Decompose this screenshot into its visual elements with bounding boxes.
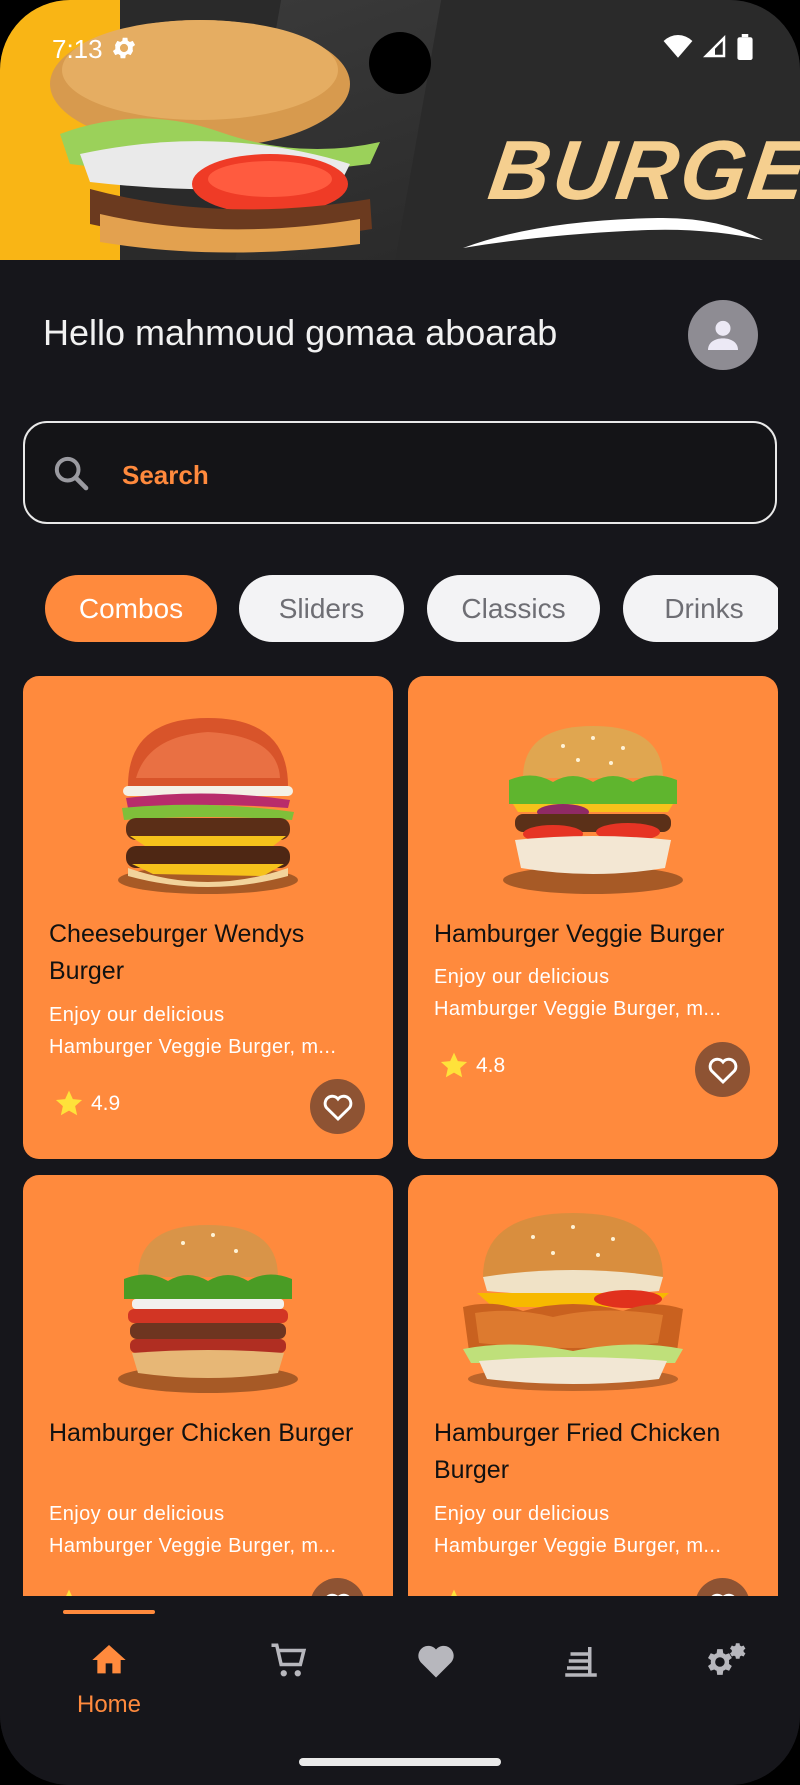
- chip-drinks[interactable]: Drinks: [623, 575, 778, 642]
- product-desc-line1: Enjoy our delicious: [434, 966, 610, 988]
- camera-cutout: [369, 32, 431, 94]
- star-icon: [55, 1090, 83, 1116]
- gesture-home-bar[interactable]: [299, 1758, 501, 1766]
- status-icons: [663, 34, 753, 60]
- category-chips: Combos Sliders Classics Drinks: [0, 575, 778, 643]
- nav-home[interactable]: Home: [64, 1640, 154, 1719]
- rating-value: 4.8: [476, 1054, 506, 1077]
- product-title: Hamburger Veggie Burger: [434, 920, 725, 948]
- chicken-burger-image: [118, 1225, 298, 1393]
- home-icon: [92, 1645, 126, 1674]
- nav-settings[interactable]: [683, 1640, 773, 1689]
- search-input[interactable]: Search: [23, 421, 777, 524]
- greeting-text: Hello mahmoud gomaa aboarab: [43, 312, 558, 353]
- favorite-button[interactable]: [310, 1079, 365, 1134]
- product-grid: Cheeseburger Wendys Burger Enjoy our del…: [0, 676, 800, 1596]
- product-desc-line2: Hamburger Veggie Burger, m...: [434, 1535, 722, 1557]
- product-desc-line1: Enjoy our delicious: [49, 1503, 225, 1525]
- product-desc-line2: Hamburger Veggie Burger, m...: [49, 1535, 337, 1557]
- product-card[interactable]: Hamburger Fried Chicken Burger Enjoy our…: [408, 1175, 778, 1596]
- nav-cart[interactable]: [244, 1640, 334, 1687]
- veggie-burger-image: [503, 726, 683, 894]
- product-title: Cheeseburger Wendys Burger: [49, 920, 305, 985]
- search-placeholder: Search: [122, 460, 209, 490]
- product-card[interactable]: Hamburger Veggie Burger Enjoy our delici…: [408, 676, 778, 1159]
- product-title: Hamburger Fried Chicken Burger: [434, 1419, 721, 1484]
- nav-favorites[interactable]: [391, 1640, 481, 1685]
- active-tab-indicator: [63, 1610, 155, 1614]
- cart-icon: [271, 1643, 307, 1677]
- heart-outline-icon: [323, 1094, 352, 1121]
- favorite-button[interactable]: [695, 1578, 750, 1596]
- signal-icon: [703, 35, 726, 58]
- heart-outline-icon: [708, 1057, 737, 1084]
- chip-combos[interactable]: Combos: [45, 575, 217, 642]
- battery-icon: [737, 34, 753, 60]
- star-icon: [451, 1589, 457, 1596]
- product-title: Hamburger Chicken Burger: [49, 1419, 354, 1447]
- product-description: Enjoy our delicious Hamburger Veggie Bur…: [49, 1498, 369, 1562]
- favorite-button[interactable]: [310, 1578, 365, 1596]
- product-desc-line1: Enjoy our delicious: [434, 1503, 610, 1525]
- product-rating: [53, 1587, 91, 1596]
- search-icon: [54, 456, 89, 491]
- star-icon: [66, 1589, 72, 1596]
- app-screen: BURGER 7:13 Hello mahmoud gomaa aboarab …: [0, 0, 800, 1785]
- wifi-icon: [663, 35, 693, 58]
- bottom-navigation: Home: [0, 1596, 800, 1785]
- nav-orders[interactable]: [536, 1640, 626, 1687]
- product-rating: 4.8: [438, 1050, 505, 1082]
- product-rating: [438, 1587, 476, 1596]
- nav-home-label: Home: [76, 1691, 142, 1718]
- product-desc-line1: Enjoy our delicious: [49, 1004, 225, 1026]
- product-card[interactable]: Cheeseburger Wendys Burger Enjoy our del…: [23, 676, 393, 1159]
- avatar[interactable]: [688, 300, 758, 370]
- fried-chicken-burger-image: [463, 1213, 683, 1391]
- status-settings-icon: [112, 37, 136, 59]
- person-icon: [708, 320, 738, 350]
- settings-icon: [708, 1643, 746, 1675]
- chip-sliders[interactable]: Sliders: [239, 575, 404, 642]
- product-description: Enjoy our delicious Hamburger Veggie Bur…: [434, 961, 754, 1025]
- heart-icon: [418, 1645, 454, 1678]
- orders-icon: [565, 1647, 597, 1677]
- product-desc-line2: Hamburger Veggie Burger, m...: [49, 1036, 337, 1058]
- product-description: Enjoy our delicious Hamburger Veggie Bur…: [49, 999, 369, 1063]
- product-card[interactable]: Hamburger Chicken Burger Enjoy our delic…: [23, 1175, 393, 1596]
- brand-logo-text: BURGER: [483, 123, 800, 217]
- favorite-button[interactable]: [695, 1042, 750, 1097]
- status-time: 7:13: [52, 34, 103, 64]
- product-rating: 4.9: [53, 1088, 120, 1120]
- double-cheeseburger-image: [118, 718, 298, 894]
- product-description: Enjoy our delicious Hamburger Veggie Bur…: [434, 1498, 754, 1562]
- brand-swoosh: [463, 217, 763, 248]
- rating-value: 4.9: [91, 1092, 121, 1115]
- chip-classics[interactable]: Classics: [427, 575, 600, 642]
- star-icon: [440, 1052, 468, 1078]
- product-desc-line2: Hamburger Veggie Burger, m...: [434, 998, 722, 1020]
